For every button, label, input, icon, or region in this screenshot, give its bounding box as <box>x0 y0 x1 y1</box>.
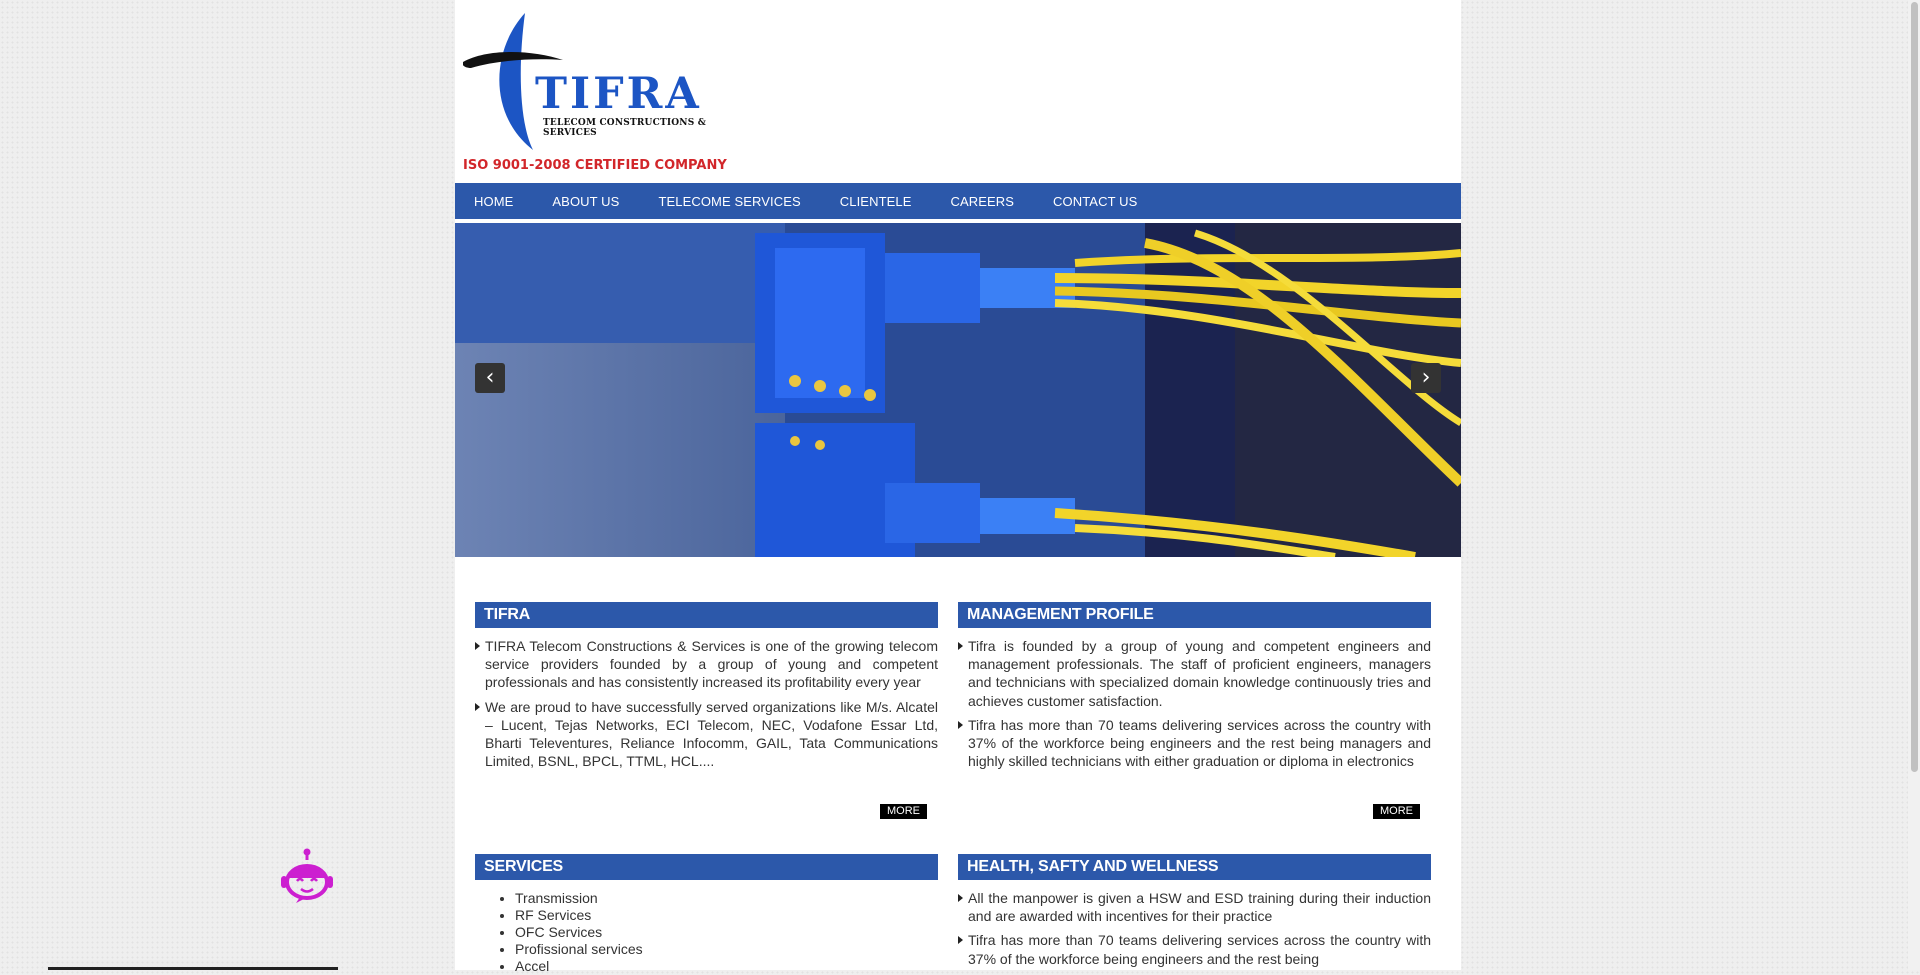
health-paragraph: All the manpower is given a HSW and ESD … <box>958 889 1431 925</box>
nav-clientele[interactable]: CLIENTELE <box>840 194 912 209</box>
health-section: HEALTH, SAFTY AND WELLNESS All the manpo… <box>958 854 1431 968</box>
services-heading: SERVICES <box>475 854 938 880</box>
list-item: Accel <box>515 958 938 975</box>
list-item: RF Services <box>515 907 938 924</box>
tifra-heading: TIFRA <box>475 602 938 628</box>
tifra-section: TIFRA TIFRA Telecom Constructions & Serv… <box>475 602 938 770</box>
nav-careers[interactable]: CAREERS <box>950 194 1014 209</box>
iso-certification: ISO 9001-2008 CERTIFIED COMPANY <box>463 158 727 173</box>
services-list: Transmission RF Services OFC Services Pr… <box>475 890 938 975</box>
company-logo[interactable]: TIFRA TELECOM CONSTRUCTIONS & SERVICES I… <box>463 10 727 180</box>
management-paragraph: Tifra has more than 70 teams delivering … <box>958 716 1431 771</box>
tifra-more-button[interactable]: MORE <box>880 804 927 819</box>
services-section: SERVICES Transmission RF Services OFC Se… <box>475 854 938 975</box>
tifra-paragraph: We are proud to have successfully served… <box>475 698 938 771</box>
vertical-scrollbar[interactable] <box>1908 0 1920 970</box>
nav-telecome-services[interactable]: TELECOME SERVICES <box>658 194 800 209</box>
tifra-paragraph: TIFRA Telecom Constructions & Services i… <box>475 637 938 692</box>
hero-slider: ‹ › <box>455 223 1461 557</box>
management-heading: MANAGEMENT PROFILE <box>958 602 1431 628</box>
management-section: MANAGEMENT PROFILE Tifra is founded by a… <box>958 602 1431 770</box>
management-paragraph: Tifra is founded by a group of young and… <box>958 637 1431 710</box>
nav-home[interactable]: HOME <box>474 194 513 209</box>
logo-subtitle: TELECOM CONSTRUCTIONS & SERVICES <box>543 118 707 138</box>
chatbot-robot-icon[interactable] <box>278 848 336 906</box>
management-more-button[interactable]: MORE <box>1373 804 1420 819</box>
slider-prev-button[interactable]: ‹ <box>475 363 505 393</box>
list-item: OFC Services <box>515 924 938 941</box>
list-item: Profissional services <box>515 941 938 958</box>
health-heading: HEALTH, SAFTY AND WELLNESS <box>958 854 1431 880</box>
list-item: Transmission <box>515 890 938 907</box>
logo-name: TIFRA <box>535 69 702 119</box>
health-paragraph: Tifra has more than 70 teams delivering … <box>958 931 1431 967</box>
scrollbar-thumb[interactable] <box>1911 2 1918 772</box>
nav-contact-us[interactable]: CONTACT US <box>1053 194 1137 209</box>
fiber-connectors-image <box>455 223 1461 557</box>
page-container: TIFRA TELECOM CONSTRUCTIONS & SERVICES I… <box>455 0 1461 974</box>
main-nav: HOME ABOUT US TELECOME SERVICES CLIENTEL… <box>455 183 1461 219</box>
nav-about-us[interactable]: ABOUT US <box>552 194 619 209</box>
slider-next-button[interactable]: › <box>1411 363 1441 393</box>
